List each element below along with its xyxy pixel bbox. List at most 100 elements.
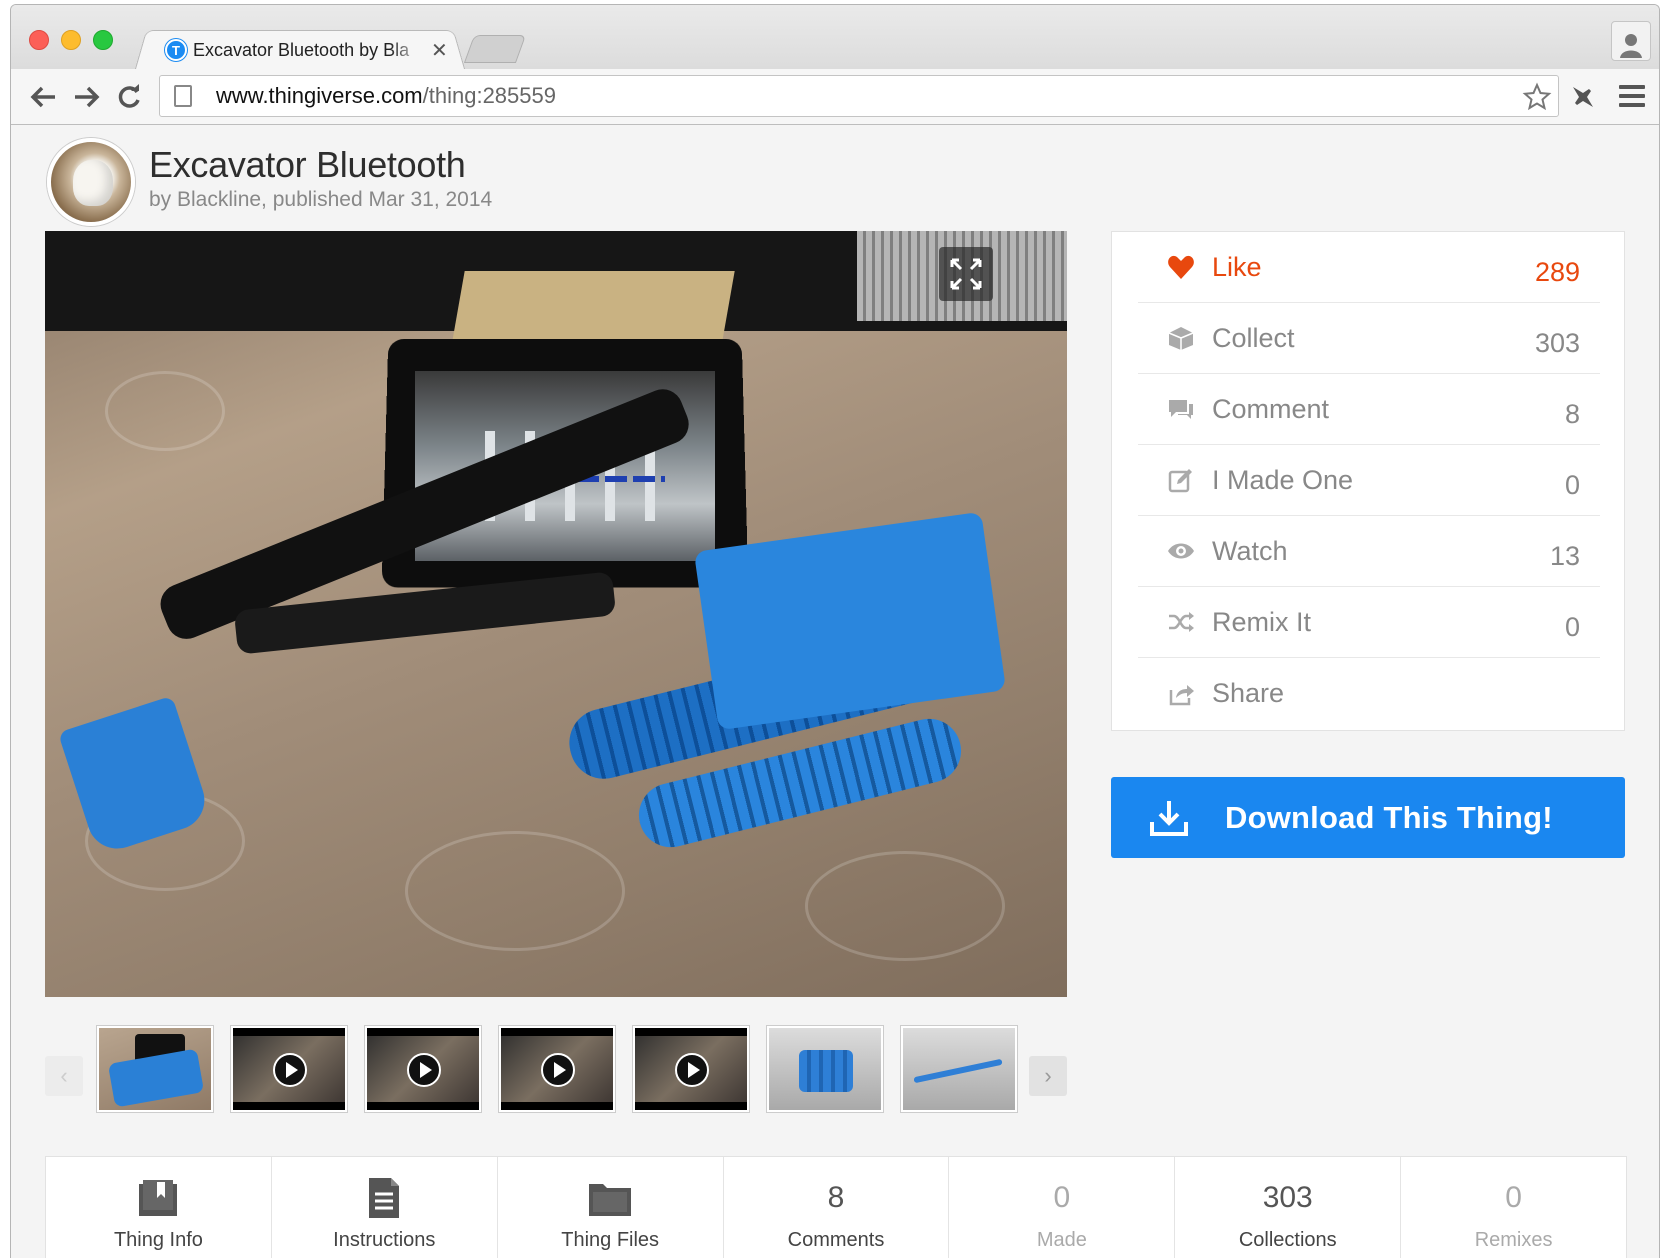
watch-label: Watch xyxy=(1212,535,1288,566)
thumbnail-video[interactable] xyxy=(365,1026,481,1112)
tab-comments[interactable]: 8 Comments xyxy=(724,1157,950,1258)
url-text[interactable]: www.thingiverse.com/thing:285559 xyxy=(216,83,556,109)
download-icon xyxy=(1150,800,1188,836)
thumbnail-image[interactable] xyxy=(97,1026,213,1112)
profile-button[interactable] xyxy=(1611,21,1651,61)
like-button[interactable]: Like 289 xyxy=(1138,232,1600,303)
tab-instructions[interactable]: Instructions xyxy=(272,1157,498,1258)
tab-collections-label: Collections xyxy=(1238,1229,1337,1251)
like-count: 289 xyxy=(1534,256,1580,287)
download-label: Download This Thing! xyxy=(1225,799,1553,835)
collect-icon xyxy=(1166,323,1196,353)
thumbnail-render-pen[interactable] xyxy=(901,1026,1017,1112)
thumbnail-strip xyxy=(97,1026,1017,1112)
remixes-count: 0 xyxy=(1505,1181,1522,1214)
i-made-one-count: 0 xyxy=(1564,469,1580,500)
share-icon xyxy=(1166,679,1196,709)
tab-thing-info-label: Thing Info xyxy=(113,1229,203,1251)
i-made-one-label: I Made One xyxy=(1212,464,1354,495)
made-count: 0 xyxy=(1053,1181,1071,1214)
tab-made[interactable]: 0 Made xyxy=(949,1157,1176,1258)
bottom-tabs: Thing Info Instructions Thing Files 8 Co… xyxy=(45,1156,1627,1258)
watch-count: 13 xyxy=(1549,540,1580,571)
edit-icon xyxy=(1166,465,1196,495)
url-host: www.thingiverse.com xyxy=(216,83,423,108)
person-icon xyxy=(1620,34,1642,58)
thumbnail-prev-button[interactable]: ‹ xyxy=(45,1056,83,1096)
remix-button[interactable]: Remix It 0 xyxy=(1138,587,1600,658)
thumbnail-next-button[interactable]: › xyxy=(1029,1056,1067,1096)
play-icon xyxy=(541,1053,575,1087)
url-path: /thing:285559 xyxy=(422,83,556,108)
tab-thing-files[interactable]: Thing Files xyxy=(498,1157,724,1258)
tab-thing-files-label: Thing Files xyxy=(561,1229,660,1251)
tab-strip: T Excavator Bluetooth by Bla ✕ xyxy=(11,5,1659,69)
zoom-window-button[interactable] xyxy=(93,30,113,50)
arrow-right-icon xyxy=(75,86,100,108)
play-icon xyxy=(675,1053,709,1087)
book-icon xyxy=(137,1175,179,1221)
bookmark-star-icon[interactable] xyxy=(1522,82,1552,112)
share-button[interactable]: Share xyxy=(1138,658,1600,729)
browser-menu-icon[interactable] xyxy=(1619,85,1645,112)
main-image[interactable] xyxy=(45,231,1067,997)
tab-title: Excavator Bluetooth by Bla xyxy=(193,39,410,60)
browser-tab-content[interactable]: T Excavator Bluetooth by Bla ✕ xyxy=(153,35,453,65)
browser-toolbar: www.thingiverse.com/thing:285559 xyxy=(11,69,1659,125)
eye-icon xyxy=(1166,536,1196,566)
fullscreen-button[interactable] xyxy=(939,247,993,301)
thumbnail-video[interactable] xyxy=(231,1026,347,1112)
collect-button[interactable]: Collect 303 xyxy=(1138,303,1600,374)
browser-window: T Excavator Bluetooth by Bla ✕ www.thing… xyxy=(10,4,1660,1258)
minimize-window-button[interactable] xyxy=(61,30,81,50)
remix-count: 0 xyxy=(1564,611,1580,642)
thumbnail-video[interactable] xyxy=(499,1026,615,1112)
collect-label: Collect xyxy=(1212,322,1295,353)
page-title: Excavator Bluetooth xyxy=(149,144,466,185)
share-label: Share xyxy=(1212,678,1285,708)
reload-button[interactable] xyxy=(111,79,147,115)
forward-button[interactable] xyxy=(69,79,105,115)
thumbnail-render-gear[interactable] xyxy=(767,1026,883,1112)
extension-pin-icon[interactable] xyxy=(1569,83,1597,111)
arrow-left-icon xyxy=(30,86,55,108)
tab-collections[interactable]: 303 Collections xyxy=(1175,1157,1402,1258)
comment-label: Comment xyxy=(1212,393,1330,424)
chevron-left-icon: ‹ xyxy=(60,1063,68,1088)
collections-count: 303 xyxy=(1262,1181,1313,1214)
reload-icon xyxy=(118,84,140,108)
download-button[interactable]: Download This Thing! xyxy=(1111,777,1625,858)
comments-count: 8 xyxy=(827,1181,845,1214)
play-icon xyxy=(273,1053,307,1087)
folder-icon xyxy=(587,1175,633,1221)
document-icon xyxy=(367,1175,401,1221)
new-tab-button[interactable] xyxy=(463,35,527,63)
tab-remixes[interactable]: 0 Remixes xyxy=(1401,1157,1626,1258)
thingiverse-favicon-icon: T xyxy=(165,39,187,61)
like-label: Like xyxy=(1212,251,1262,282)
tab-remixes-label: Remixes xyxy=(1474,1229,1553,1251)
back-button[interactable] xyxy=(25,79,61,115)
thumbnail-video[interactable] xyxy=(633,1026,749,1112)
comment-count: 8 xyxy=(1564,398,1580,429)
heart-icon xyxy=(1166,252,1196,282)
page-content: Excavator Bluetooth by Blackline, publis… xyxy=(11,126,1659,1258)
tab-instructions-label: Instructions xyxy=(333,1229,436,1251)
expand-icon xyxy=(950,258,982,290)
shuffle-icon xyxy=(1166,607,1196,637)
avatar[interactable] xyxy=(47,138,135,226)
remix-label: Remix It xyxy=(1212,606,1312,637)
page-icon xyxy=(174,85,192,107)
tab-close-icon[interactable]: ✕ xyxy=(431,38,448,63)
close-window-button[interactable] xyxy=(29,30,49,50)
tab-made-label: Made xyxy=(1036,1229,1087,1251)
tab-comments-label: Comments xyxy=(787,1229,885,1251)
comment-button[interactable]: Comment 8 xyxy=(1138,374,1600,445)
i-made-one-button[interactable]: I Made One 0 xyxy=(1138,445,1600,516)
tab-thing-info[interactable]: Thing Info xyxy=(46,1157,272,1258)
play-icon xyxy=(407,1053,441,1087)
chevron-right-icon: › xyxy=(1044,1063,1052,1088)
watch-button[interactable]: Watch 13 xyxy=(1138,516,1600,587)
address-bar[interactable]: www.thingiverse.com/thing:285559 xyxy=(159,75,1559,117)
collect-count: 303 xyxy=(1534,327,1580,358)
